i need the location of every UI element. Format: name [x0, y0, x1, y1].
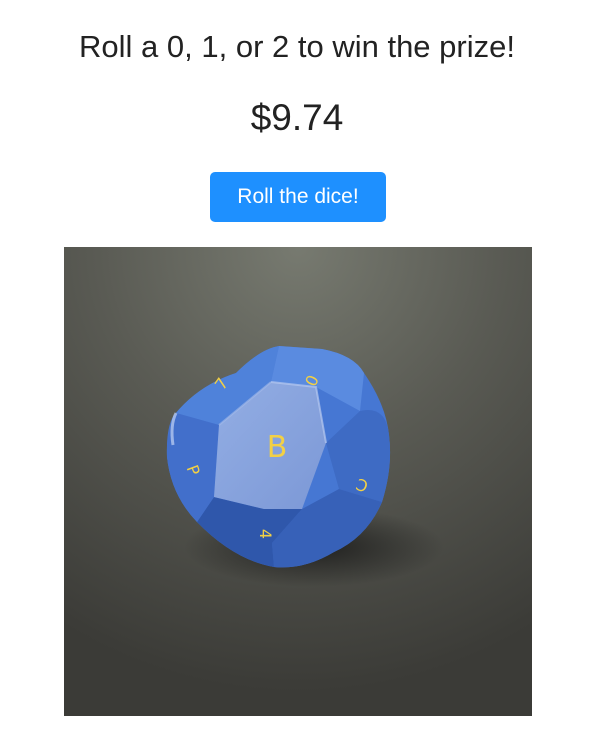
- dice-render-view: B 7 0 C P 4: [64, 247, 532, 716]
- roll-dice-button[interactable]: Roll the dice!: [210, 172, 386, 222]
- prize-amount: $9.74: [250, 97, 344, 138]
- dice-render-svg: B 7 0 C P 4: [64, 247, 532, 716]
- die-top-glyph: B: [267, 430, 288, 465]
- die-glyph-bottom: 4: [256, 529, 275, 539]
- page-title: Roll a 0, 1, or 2 to win the prize!: [79, 29, 515, 64]
- dice-game-page: Roll a 0, 1, or 2 to win the prize! $9.7…: [0, 0, 594, 743]
